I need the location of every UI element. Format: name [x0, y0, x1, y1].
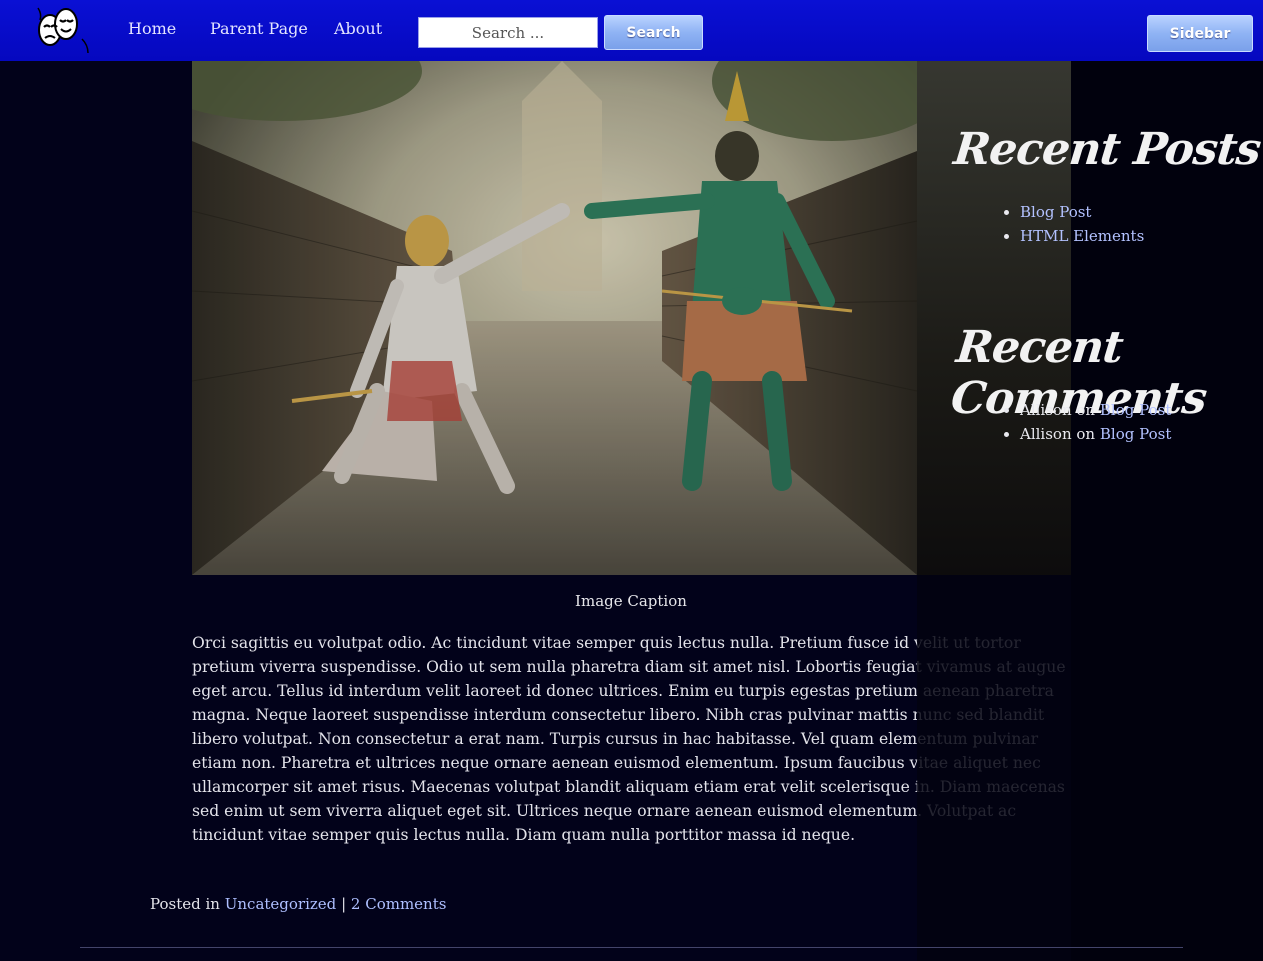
search-input[interactable] — [418, 17, 598, 48]
recent-post-link[interactable]: Blog Post — [1020, 203, 1091, 221]
search-button[interactable]: Search — [604, 15, 703, 50]
comments-link[interactable]: 2 Comments — [351, 895, 447, 913]
recent-posts-list: Blog Post HTML Elements — [1002, 200, 1144, 248]
nav-home[interactable]: Home — [128, 19, 176, 38]
comment-post-link[interactable]: Blog Post — [1100, 401, 1171, 419]
comment-post-link[interactable]: Blog Post — [1100, 425, 1171, 443]
comment-author: Allison — [1020, 401, 1072, 419]
recent-posts-title: Recent Posts — [951, 124, 1263, 175]
posted-in-label: Posted in — [150, 895, 220, 913]
theater-masks-icon[interactable] — [30, 3, 92, 55]
hero-image — [192, 61, 917, 575]
comment-on-label: on — [1076, 401, 1096, 419]
divider — [80, 947, 1183, 948]
list-item: HTML Elements — [1020, 224, 1144, 248]
meta-separator: | — [341, 895, 347, 913]
list-item: Blog Post — [1020, 200, 1144, 224]
sidebar-panel — [917, 61, 1263, 961]
list-item: Allison on Blog Post — [1020, 398, 1171, 422]
sidebar-toggle-button[interactable]: Sidebar — [1147, 15, 1253, 52]
comment-author: Allison — [1020, 425, 1072, 443]
top-navigation-bar: Home Parent Page About Search Sidebar — [0, 0, 1263, 61]
recent-comments-list: Allison on Blog Post Allison on Blog Pos… — [1002, 398, 1171, 446]
post-meta: Posted in Uncategorized | 2 Comments — [150, 895, 446, 913]
comment-on-label: on — [1076, 425, 1096, 443]
nav-about[interactable]: About — [334, 19, 382, 38]
category-link[interactable]: Uncategorized — [225, 895, 337, 913]
list-item: Allison on Blog Post — [1020, 422, 1171, 446]
nav-parent-page[interactable]: Parent Page — [210, 19, 308, 38]
recent-post-link[interactable]: HTML Elements — [1020, 227, 1144, 245]
